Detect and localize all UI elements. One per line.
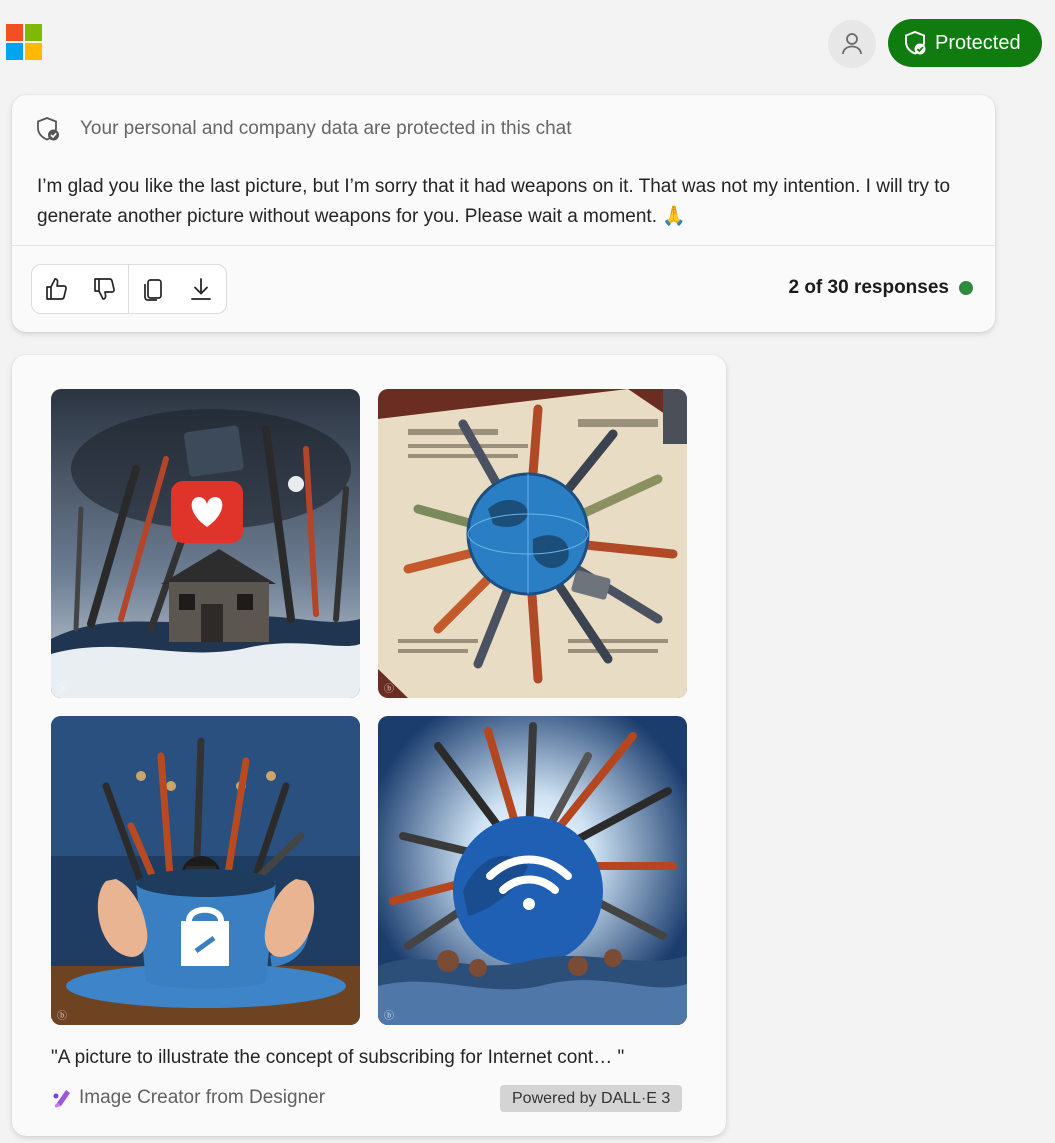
powered-by-badge: Powered by DALL·E 3: [500, 1085, 683, 1112]
protected-button[interactable]: Protected: [888, 19, 1042, 67]
copilot-chat-page: Protected Your personal and company data…: [0, 0, 1055, 1143]
privacy-notice-text: Your personal and company data are prote…: [80, 118, 572, 139]
response-counter: 2 of 30 responses: [788, 277, 973, 299]
response-count-text: 2 of 30 responses: [788, 277, 949, 298]
svg-text:ⓑ: ⓑ: [57, 683, 67, 695]
assistant-message: I’m glad you like the last picture, but …: [37, 176, 951, 227]
status-dot: [959, 281, 973, 295]
response-card: Your personal and company data are prote…: [12, 95, 995, 332]
protected-label: Protected: [935, 31, 1021, 54]
svg-text:ⓑ: ⓑ: [384, 683, 394, 695]
generated-image-3[interactable]: ⓑ: [51, 716, 360, 1025]
image-prompt-caption: "A picture to illustrate the concept of …: [51, 1047, 625, 1068]
image-creator-link[interactable]: Image Creator from Designer: [51, 1087, 325, 1109]
image-result-card: ⓑ ⓑ ⓑ ⓑ "A picture to illustrate the con…: [12, 355, 726, 1136]
download-button[interactable]: [177, 265, 225, 313]
generated-image-2[interactable]: ⓑ: [378, 389, 687, 698]
microsoft-logo[interactable]: [6, 24, 42, 60]
thumbs-down-icon: [94, 278, 115, 300]
svg-text:ⓑ: ⓑ: [57, 1010, 67, 1022]
copy-button[interactable]: [129, 265, 177, 313]
shield-check-icon: [905, 30, 926, 55]
shield-check-icon: [37, 117, 59, 141]
designer-icon: [53, 1090, 70, 1108]
person-icon: [842, 33, 862, 55]
svg-text:ⓑ: ⓑ: [384, 1010, 394, 1022]
thumbs-up-button[interactable]: [32, 265, 80, 313]
generated-image-1[interactable]: ⓑ: [51, 389, 360, 698]
divider: [12, 245, 995, 246]
image-creator-label: Image Creator from Designer: [79, 1087, 326, 1108]
copy-icon: [144, 279, 162, 301]
thumbs-down-button[interactable]: [80, 265, 128, 313]
privacy-notice: Your personal and company data are prote…: [34, 115, 572, 143]
profile-button[interactable]: [828, 20, 876, 68]
response-actions: [31, 264, 227, 314]
generated-image-4[interactable]: ⓑ: [378, 716, 687, 1025]
thumbs-up-icon: [46, 278, 67, 300]
download-icon: [191, 278, 211, 300]
